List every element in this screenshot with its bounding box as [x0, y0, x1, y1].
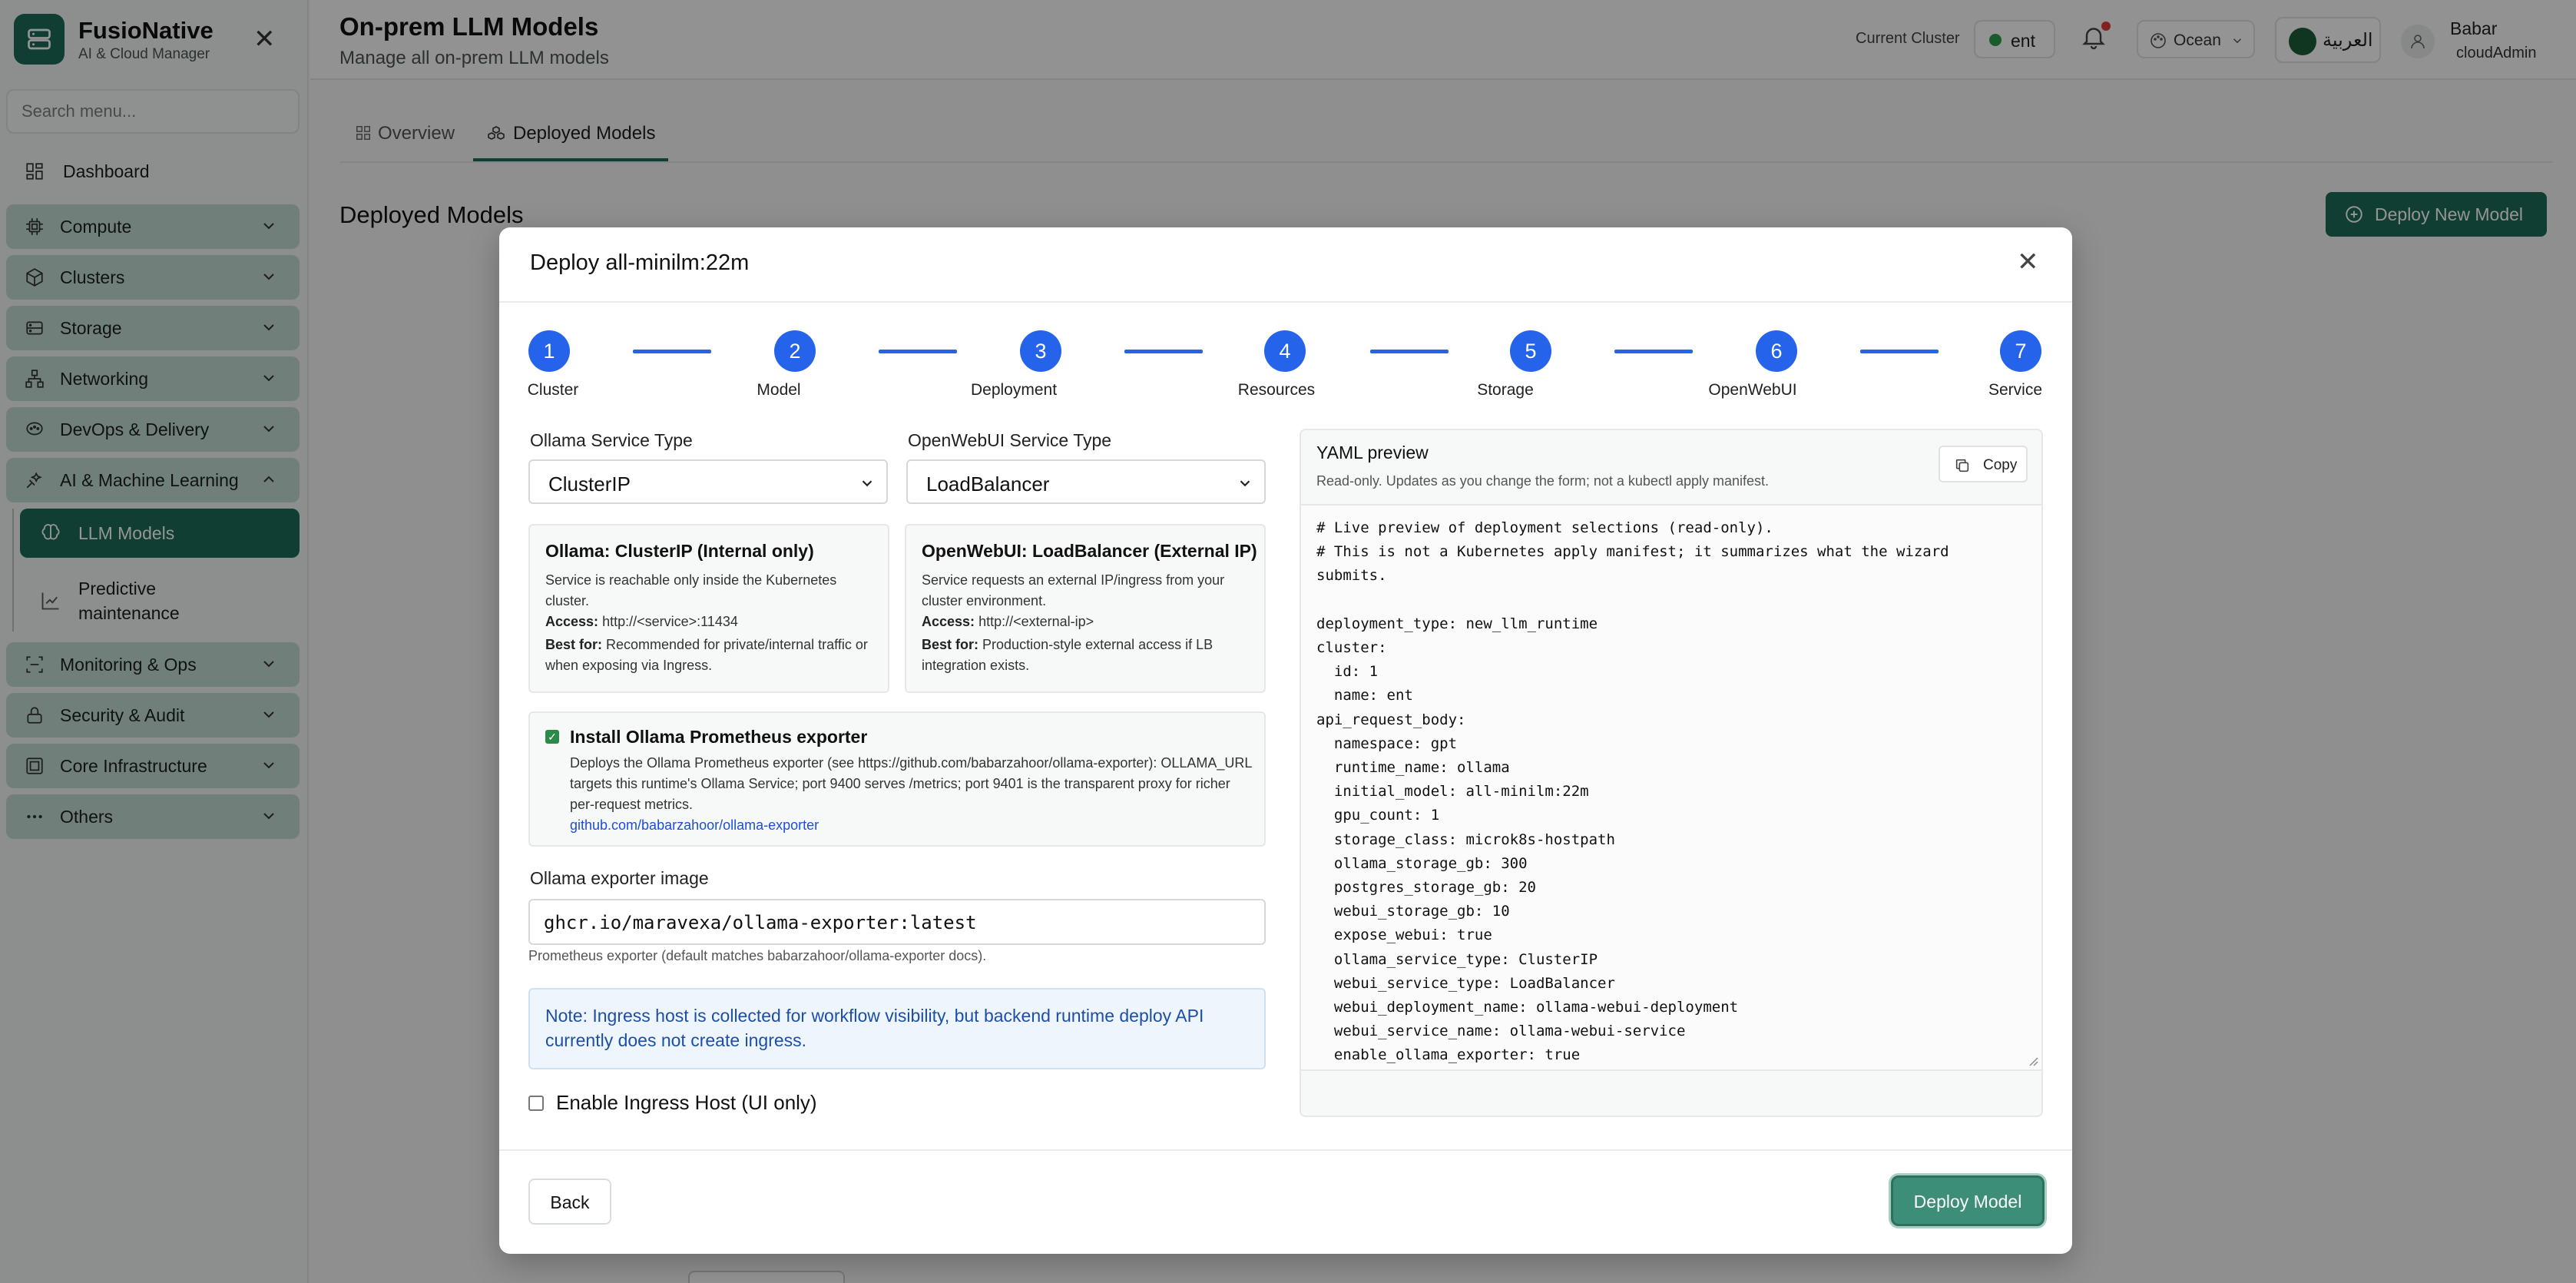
divider — [499, 1149, 2072, 1151]
card-description: Service requests an external IP/ingress … — [922, 572, 1225, 608]
yaml-line: # Live preview of deployment selections … — [1316, 519, 1773, 536]
step-connector — [633, 350, 711, 353]
access-value: http://<external-ip> — [978, 614, 1094, 629]
webui-service-info-card: OpenWebUI: LoadBalancer (External IP) Se… — [905, 524, 1266, 693]
deploy-model-button[interactable]: Deploy Model — [1891, 1175, 2045, 1226]
exporter-image-input[interactable]: ghcr.io/maravexa/ollama-exporter:latest — [528, 899, 1266, 945]
yaml-line: enable_ollama_exporter: true — [1316, 1046, 1581, 1064]
back-button[interactable]: Back — [528, 1179, 611, 1225]
yaml-subtitle: Read-only. Updates as you change the for… — [1316, 473, 1769, 489]
yaml-line: gpu_count: 1 — [1316, 807, 1440, 824]
best-label: Best for: — [922, 637, 979, 652]
access-value: http://<service>:11434 — [602, 614, 738, 629]
step-number: 1 — [528, 330, 570, 372]
button-label: Copy — [1983, 457, 2018, 473]
card-best-for: Best for: Recommended for private/intern… — [545, 635, 876, 676]
exporter-image-hint: Prometheus exporter (default matches bab… — [528, 948, 987, 963]
yaml-textarea[interactable]: enable_ollama_exporter: true webui_servi… — [1301, 504, 2041, 1071]
step-number: 2 — [774, 330, 816, 372]
chevron-down-icon — [862, 480, 872, 487]
select-value: LoadBalancer — [926, 472, 1050, 496]
yaml-line: webui_storage_gb: 10 — [1316, 903, 1510, 920]
yaml-line: webui_service_name: ollama-webui-service — [1316, 1023, 1686, 1040]
access-label: Access: — [922, 614, 975, 629]
yaml-line: submits. — [1316, 567, 1387, 585]
step-label: Model — [757, 381, 801, 399]
step-connector — [879, 350, 957, 353]
yaml-line: namespace: gpt — [1316, 734, 1458, 752]
access-label: Access: — [545, 614, 599, 629]
step-label: OpenWebUI — [1708, 381, 1797, 399]
yaml-line: initial_model: all-minilm:22m — [1316, 783, 1589, 801]
input-value: ghcr.io/maravexa/ollama-exporter:latest — [544, 912, 977, 933]
yaml-line: name: ent — [1316, 687, 1413, 704]
exporter-description: Deploys the Ollama Prometheus exporter (… — [570, 755, 1252, 812]
webui-service-type-select[interactable]: LoadBalancer — [906, 459, 1266, 504]
yaml-line: deployment_type: new_llm_runtime — [1316, 615, 1598, 632]
step-number: 5 — [1510, 330, 1551, 372]
exporter-link[interactable]: github.com/babarzahoor/ollama-exporter — [570, 817, 819, 834]
ollama-service-type-select[interactable]: ClusterIP — [528, 459, 888, 504]
step-number: 6 — [1756, 330, 1797, 372]
ollama-service-type-label: Ollama Service Type — [530, 430, 693, 450]
ingress-checkbox[interactable] — [528, 1096, 544, 1111]
resize-handle-icon[interactable] — [2026, 1054, 2038, 1066]
divider — [499, 301, 2072, 303]
step-number: 4 — [1264, 330, 1306, 372]
card-heading: OpenWebUI: LoadBalancer (External IP) — [922, 541, 1257, 561]
step-label: Service — [1988, 381, 2043, 399]
step-connector — [1860, 350, 1939, 353]
yaml-line: webui_deployment_name: ollama-webui-depl… — [1316, 999, 1739, 1016]
step-label: Cluster — [527, 381, 579, 399]
yaml-line: storage_class: microk8s-hostpath — [1316, 830, 1615, 848]
ingress-label[interactable]: Enable Ingress Host (UI only) — [556, 1091, 817, 1115]
card-access: Access: http://<external-ip> — [922, 612, 1252, 632]
exporter-checkbox[interactable]: ✓ — [545, 730, 559, 744]
card-heading: Ollama: ClusterIP (Internal only) — [545, 541, 814, 561]
yaml-line: webui_service_type: LoadBalancer — [1316, 974, 1615, 992]
copy-icon — [1955, 459, 1969, 472]
select-value: ClusterIP — [548, 472, 631, 496]
chevron-down-icon — [1240, 480, 1250, 487]
card-access: Access: http://<service>:11434 — [545, 612, 876, 632]
note-text: Note: Ingress host is collected for work… — [545, 1006, 1204, 1050]
card-description: Service is reachable only inside the Kub… — [545, 572, 837, 608]
yaml-line: runtime_name: ollama — [1316, 759, 1510, 776]
yaml-line: # This is not a Kubernetes apply manifes… — [1316, 543, 1949, 561]
step-number: 3 — [1020, 330, 1061, 372]
ingress-note: Note: Ingress host is collected for work… — [528, 988, 1266, 1069]
deploy-modal: Deploy all-minilm:22m ✕ 1 Cluster 2 Mode… — [499, 227, 2072, 1254]
exporter-label[interactable]: Install Ollama Prometheus exporter — [570, 727, 867, 748]
modal-title: Deploy all-minilm:22m — [530, 250, 750, 275]
button-label: Back — [550, 1192, 590, 1212]
yaml-line: expose_webui: true — [1316, 927, 1492, 944]
ollama-service-info-card: Ollama: ClusterIP (Internal only) Servic… — [528, 524, 889, 693]
step-connector — [1124, 350, 1203, 353]
yaml-line: api_request_body: — [1316, 711, 1466, 728]
webui-service-type-label: OpenWebUI Service Type — [908, 430, 1112, 450]
copy-button[interactable]: Copy — [1939, 446, 2028, 482]
step-label: Storage — [1477, 381, 1534, 399]
close-icon[interactable]: ✕ — [2017, 249, 2039, 275]
step-connector — [1614, 350, 1693, 353]
yaml-title: YAML preview — [1316, 443, 1429, 462]
step-connector — [1370, 350, 1449, 353]
step-label: Resources — [1237, 381, 1316, 399]
card-best-for: Best for: Production-style external acce… — [922, 635, 1252, 676]
button-label: Deploy Model — [1913, 1192, 2022, 1212]
step-label: Deployment — [970, 381, 1058, 399]
yaml-line: id: 1 — [1316, 663, 1379, 681]
yaml-line: postgres_storage_gb: 20 — [1316, 879, 1536, 896]
yaml-line: ollama_service_type: ClusterIP — [1316, 950, 1598, 968]
yaml-preview-panel: YAML preview Read-only. Updates as you c… — [1300, 429, 2043, 1117]
yaml-line: cluster: — [1316, 639, 1387, 656]
yaml-line: ollama_storage_gb: 300 — [1316, 854, 1528, 872]
exporter-card: ✓ Install Ollama Prometheus exporter Dep… — [528, 711, 1266, 847]
best-label: Best for: — [545, 637, 603, 652]
exporter-image-label: Ollama exporter image — [530, 868, 709, 888]
step-number: 7 — [2000, 330, 2041, 372]
